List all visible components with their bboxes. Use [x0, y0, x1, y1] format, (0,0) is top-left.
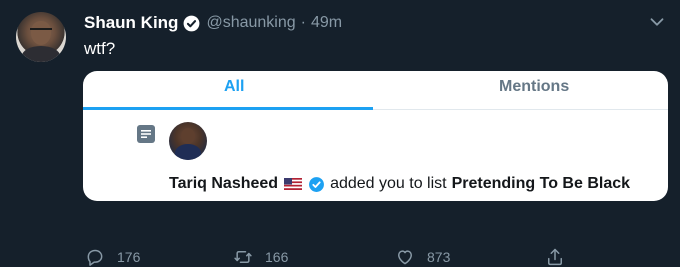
- tweet-timestamp[interactable]: 49m: [311, 14, 342, 32]
- author-name[interactable]: Shaun King: [84, 13, 178, 33]
- author-handle[interactable]: @shaunking: [206, 14, 295, 32]
- avatar-glasses: [30, 28, 52, 35]
- actor-avatar[interactable]: [169, 122, 207, 160]
- like-button[interactable]: 873: [395, 247, 450, 267]
- tab-mentions[interactable]: Mentions: [499, 78, 569, 96]
- share-icon: [548, 248, 562, 266]
- list-icon: [137, 125, 155, 143]
- tweet-header: Shaun King @shaunking · 49m: [84, 12, 342, 34]
- us-flag-icon: [284, 178, 303, 190]
- actor-avatar-body: [175, 144, 201, 160]
- notification-text: Tariq Nasheed added you to list Pretendi…: [169, 175, 630, 193]
- header-separator: ·: [300, 14, 306, 31]
- avatar-shirt: [22, 46, 60, 62]
- screenshot-card[interactable]: All Mentions Tariq Nasheed added you to …: [83, 71, 668, 201]
- verified-badge-icon: [309, 176, 325, 192]
- heart-icon: [398, 250, 412, 265]
- chevron-down-icon[interactable]: [646, 11, 668, 33]
- like-count: 873: [427, 249, 451, 265]
- retweet-button[interactable]: 166: [233, 247, 288, 267]
- retweet-count: 166: [265, 249, 289, 265]
- reply-count: 176: [117, 249, 141, 265]
- actor-name[interactable]: Tariq Nasheed: [169, 175, 278, 193]
- share-button[interactable]: [545, 247, 577, 267]
- notification-tabs: All Mentions: [83, 71, 668, 110]
- list-name[interactable]: Pretending To Be Black: [452, 175, 630, 193]
- reply-icon: [87, 249, 103, 266]
- action-text: added you to list: [330, 175, 447, 192]
- active-tab-indicator: [83, 107, 373, 110]
- tweet-text: wtf?: [84, 39, 116, 58]
- verified-badge-icon: [184, 15, 200, 31]
- tab-all[interactable]: All: [224, 78, 244, 96]
- reply-button[interactable]: 176: [85, 247, 140, 267]
- actor-avatar-head: [181, 128, 195, 144]
- author-avatar[interactable]: [16, 12, 66, 62]
- retweet-icon: [234, 251, 252, 263]
